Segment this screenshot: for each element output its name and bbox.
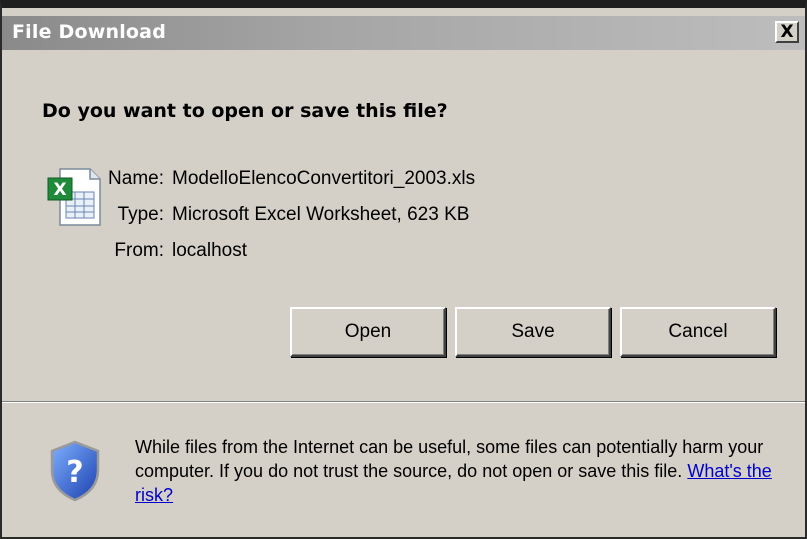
warning-text: While files from the Internet can be use…	[135, 437, 764, 481]
cancel-button[interactable]: Cancel	[620, 307, 776, 357]
close-button[interactable]: X	[775, 21, 799, 43]
name-value: ModelloElencoConvertitori_2003.xls	[172, 168, 476, 189]
detail-row-from: From: localhost	[2, 237, 475, 273]
open-button[interactable]: Open	[290, 307, 446, 357]
file-download-dialog: File Download X Do you want to open or s…	[0, 0, 807, 539]
security-warning: While files from the Internet can be use…	[135, 435, 785, 507]
detail-row-name: Name: ModelloElencoConvertitori_2003.xls	[2, 165, 475, 201]
dialog-question: Do you want to open or save this file?	[42, 100, 448, 122]
title-bar[interactable]: File Download X	[2, 16, 805, 50]
window-title: File Download	[12, 21, 166, 43]
section-divider	[2, 401, 805, 403]
close-icon: X	[780, 21, 794, 42]
from-label: From:	[114, 240, 164, 261]
svg-text:?: ?	[66, 455, 83, 490]
detail-row-type: Type: Microsoft Excel Worksheet, 623 KB	[2, 201, 475, 237]
type-value: Microsoft Excel Worksheet, 623 KB	[172, 204, 470, 225]
file-details: Name: ModelloElencoConvertitori_2003.xls…	[2, 165, 475, 273]
name-label: Name:	[108, 168, 164, 189]
from-value: localhost	[172, 240, 247, 261]
save-button[interactable]: Save	[455, 307, 611, 357]
type-label: Type:	[117, 204, 164, 225]
security-shield-icon: ?	[50, 440, 100, 502]
